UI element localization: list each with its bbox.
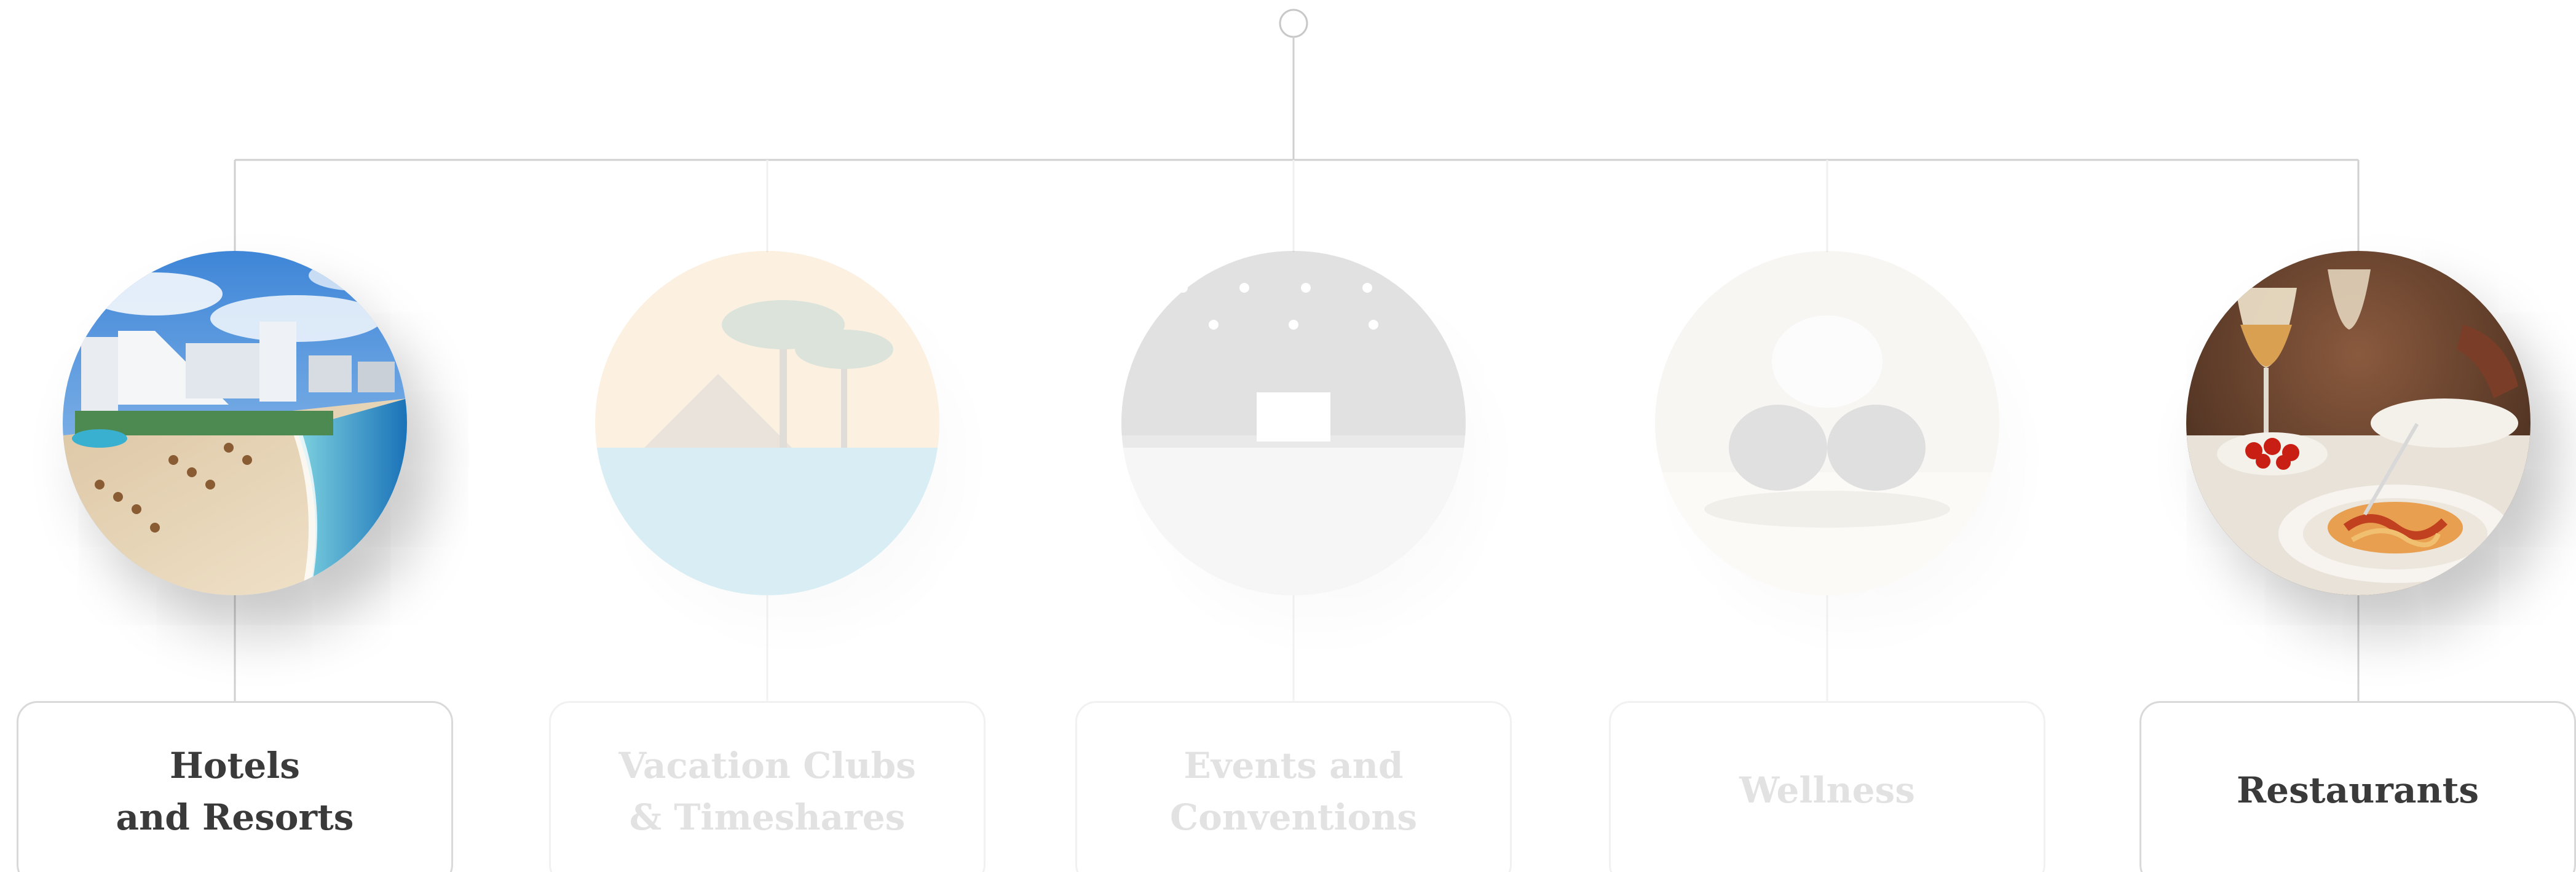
label-card-hotels[interactable]: Hotels and Resorts (17, 701, 453, 872)
label-card-vacation[interactable]: Vacation Clubs & Timeshares (549, 701, 986, 872)
beach-resort-photo-icon (63, 251, 407, 595)
label-card-events[interactable]: Events and Conventions (1075, 701, 1512, 872)
category-tree: Hotels and Resorts Vacation Clubs & Time… (0, 0, 2576, 872)
label-vacation: Vacation Clubs & Timeshares (618, 745, 916, 838)
label-wellness: Wellness (1739, 769, 1915, 811)
ballroom-photo-icon (1121, 251, 1466, 595)
events-photo[interactable] (1121, 251, 1466, 595)
pasta-dinner-photo-icon (2186, 251, 2531, 595)
label-restaurants: Restaurants (2236, 769, 2479, 811)
restaurants-photo[interactable] (2186, 251, 2531, 595)
palm-pool-photo-icon (595, 251, 939, 595)
wellness-photo[interactable] (1655, 251, 1999, 595)
spa-towels-photo-icon (1655, 251, 1999, 595)
hotels-photo[interactable] (63, 251, 407, 595)
root-node-icon (1279, 9, 1308, 38)
vacation-photo[interactable] (595, 251, 939, 595)
label-card-wellness[interactable]: Wellness (1609, 701, 2045, 872)
label-events: Events and Conventions (1169, 745, 1418, 838)
label-card-restaurants[interactable]: Restaurants (2139, 701, 2576, 872)
label-hotels: Hotels and Resorts (116, 745, 354, 838)
